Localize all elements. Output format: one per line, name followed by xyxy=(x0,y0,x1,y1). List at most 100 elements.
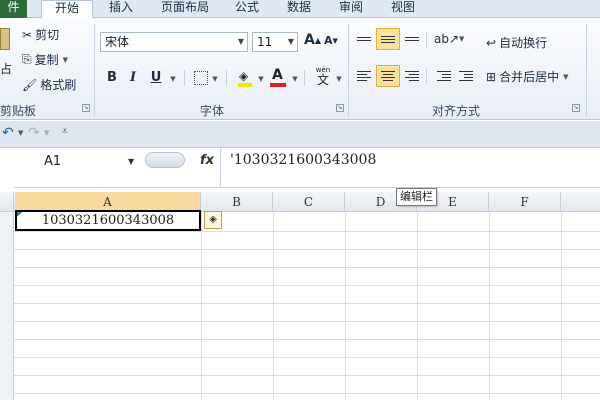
undo-icon[interactable]: ↶ xyxy=(2,125,14,141)
paste-label-fragment: 占 xyxy=(0,62,13,76)
wrap-text-button[interactable]: ↩ 自动换行 xyxy=(486,34,547,51)
divider xyxy=(226,70,227,86)
group-divider xyxy=(586,24,587,116)
shrink-font-icon: A xyxy=(324,34,333,47)
phonetic-options[interactable]: ▼ xyxy=(334,68,344,88)
chevron-down-icon[interactable]: ▼ xyxy=(44,129,49,137)
divider xyxy=(184,70,185,86)
cut-button[interactable]: ✂ 剪切 xyxy=(22,26,59,43)
column-header-row: A B C D E F xyxy=(0,192,600,212)
font-family-select[interactable]: 宋体 ▼ xyxy=(100,32,248,52)
tab-insert[interactable]: 插入 xyxy=(106,0,136,18)
alignment-group-label: 对齐方式 xyxy=(432,104,481,118)
tab-review[interactable]: 审阅 xyxy=(338,0,364,18)
formula-bar-tooltip: 编辑栏 xyxy=(396,188,437,206)
font-launcher-icon[interactable]: ↘ xyxy=(336,104,344,112)
insert-function-icon[interactable]: fx xyxy=(200,153,214,168)
align-middle-button[interactable] xyxy=(376,28,400,50)
align-left-button[interactable] xyxy=(352,65,376,87)
underline-button[interactable]: U xyxy=(148,68,164,88)
chevron-down-icon: ▼ xyxy=(237,37,244,46)
tab-view[interactable]: 视图 xyxy=(390,0,416,18)
fill-color-options[interactable]: ▼ xyxy=(256,68,266,88)
fill-color-bar xyxy=(238,83,252,87)
tab-page-layout[interactable]: 页面布局 xyxy=(160,0,210,18)
error-warning-icon[interactable]: ◈ xyxy=(204,211,222,229)
quick-access-toolbar: ↶ ▼ ↷ ▼ ⩡ xyxy=(0,121,600,148)
italic-button[interactable]: I xyxy=(126,68,140,88)
clipboard-launcher-icon[interactable]: ↘ xyxy=(82,104,90,112)
copy-button[interactable]: ⎘ 复制 ▼ xyxy=(22,51,68,68)
ribbon-home: 占 ✂ 剪切 ⎘ 复制 ▼ 🖌 格式刷 剪贴板 ↘ 宋体 ▼ 11 ▼ A ▲ A… xyxy=(0,18,600,120)
copy-label: 复制 xyxy=(34,53,59,67)
chevron-down-icon[interactable]: ▼ xyxy=(563,73,568,81)
font-color-options[interactable]: ▼ xyxy=(290,68,300,88)
paste-button[interactable]: 占 xyxy=(0,24,18,84)
tab-formulas[interactable]: 公式 xyxy=(234,0,260,18)
tab-home[interactable]: 开始 xyxy=(41,0,93,19)
font-size-select[interactable]: 11 ▼ xyxy=(252,32,298,52)
bold-button[interactable]: B xyxy=(104,68,120,88)
align-bottom-button[interactable] xyxy=(400,28,424,50)
ribbon-tab-bar: 件 开始 插入 页面布局 公式 数据 审阅 视图 xyxy=(0,0,600,19)
divider xyxy=(426,68,427,84)
chevron-down-icon[interactable]: ▼ xyxy=(128,157,134,166)
font-size-value: 11 xyxy=(257,35,273,49)
align-top-button[interactable] xyxy=(352,28,376,50)
column-header-g[interactable] xyxy=(561,192,600,212)
gridline xyxy=(14,339,600,340)
shrink-font-button[interactable]: A ▼ xyxy=(324,34,338,47)
increase-indent-button[interactable] xyxy=(454,65,478,87)
formula-input[interactable]: '1030321600343008 xyxy=(230,152,376,168)
cell-a1[interactable]: 1030321600343008 xyxy=(15,210,201,231)
column-header-b[interactable]: B xyxy=(201,192,273,212)
gridline xyxy=(14,393,600,394)
formula-bar-resize-handle[interactable] xyxy=(145,152,185,168)
column-header-f[interactable]: F xyxy=(489,192,561,212)
phonetic-button[interactable]: wén 文 xyxy=(312,66,334,88)
gridline xyxy=(489,212,490,400)
font-color-button[interactable]: A xyxy=(270,67,286,87)
merge-center-button[interactable]: ⊞ 合并后居中 ▼ xyxy=(486,68,568,85)
alignment-launcher-icon[interactable]: ↘ xyxy=(572,104,580,112)
chevron-down-icon: ▼ xyxy=(459,35,465,43)
worksheet-grid: A B C D E F 1030321600343008 ◈ 编辑栏 xyxy=(0,188,600,400)
formula-bar-divider xyxy=(220,148,221,188)
customize-toolbar-icon[interactable]: ⩡ xyxy=(62,126,68,137)
wrap-text-icon: ↩ xyxy=(486,35,497,50)
column-header-a[interactable]: A xyxy=(15,192,201,212)
name-box[interactable]: A1 xyxy=(14,152,144,172)
group-divider xyxy=(348,24,349,116)
underline-options[interactable]: ▼ xyxy=(168,68,178,88)
border-options[interactable]: ▼ xyxy=(210,68,220,88)
tab-file[interactable]: 件 xyxy=(0,0,27,18)
align-center-button[interactable] xyxy=(376,65,400,87)
chevron-down-icon: ▼ xyxy=(212,75,218,83)
format-painter-button[interactable]: 🖌 格式刷 xyxy=(22,76,76,93)
redo-icon[interactable]: ↷ xyxy=(28,125,40,141)
align-right-button[interactable] xyxy=(400,65,424,87)
gridline xyxy=(417,212,418,400)
orientation-button[interactable]: ab↗ ▼ xyxy=(434,32,464,46)
name-box-value: A1 xyxy=(44,154,62,169)
border-button[interactable] xyxy=(194,71,208,85)
clipboard-group-label: 剪贴板 xyxy=(0,104,37,118)
paint-bucket-icon: ◈ xyxy=(239,69,249,83)
gridline xyxy=(561,212,562,400)
chevron-down-icon[interactable]: ▼ xyxy=(63,56,68,64)
tab-data[interactable]: 数据 xyxy=(286,0,312,18)
fill-color-button[interactable]: ◈ xyxy=(238,69,252,87)
grow-font-button[interactable]: A ▲ xyxy=(304,32,321,48)
grid-left-bar xyxy=(0,172,14,188)
decrease-indent-button[interactable] xyxy=(432,65,456,87)
chevron-down-icon[interactable]: ▼ xyxy=(18,129,23,137)
divider xyxy=(304,70,305,86)
brush-icon: 🖌 xyxy=(22,77,38,92)
phonetic-char: 文 xyxy=(316,73,329,87)
gridline xyxy=(345,212,346,400)
gridline xyxy=(14,267,600,268)
select-all-corner[interactable] xyxy=(0,192,14,212)
divider xyxy=(426,32,427,48)
column-header-c[interactable]: C xyxy=(273,192,345,212)
gridline xyxy=(14,321,600,322)
